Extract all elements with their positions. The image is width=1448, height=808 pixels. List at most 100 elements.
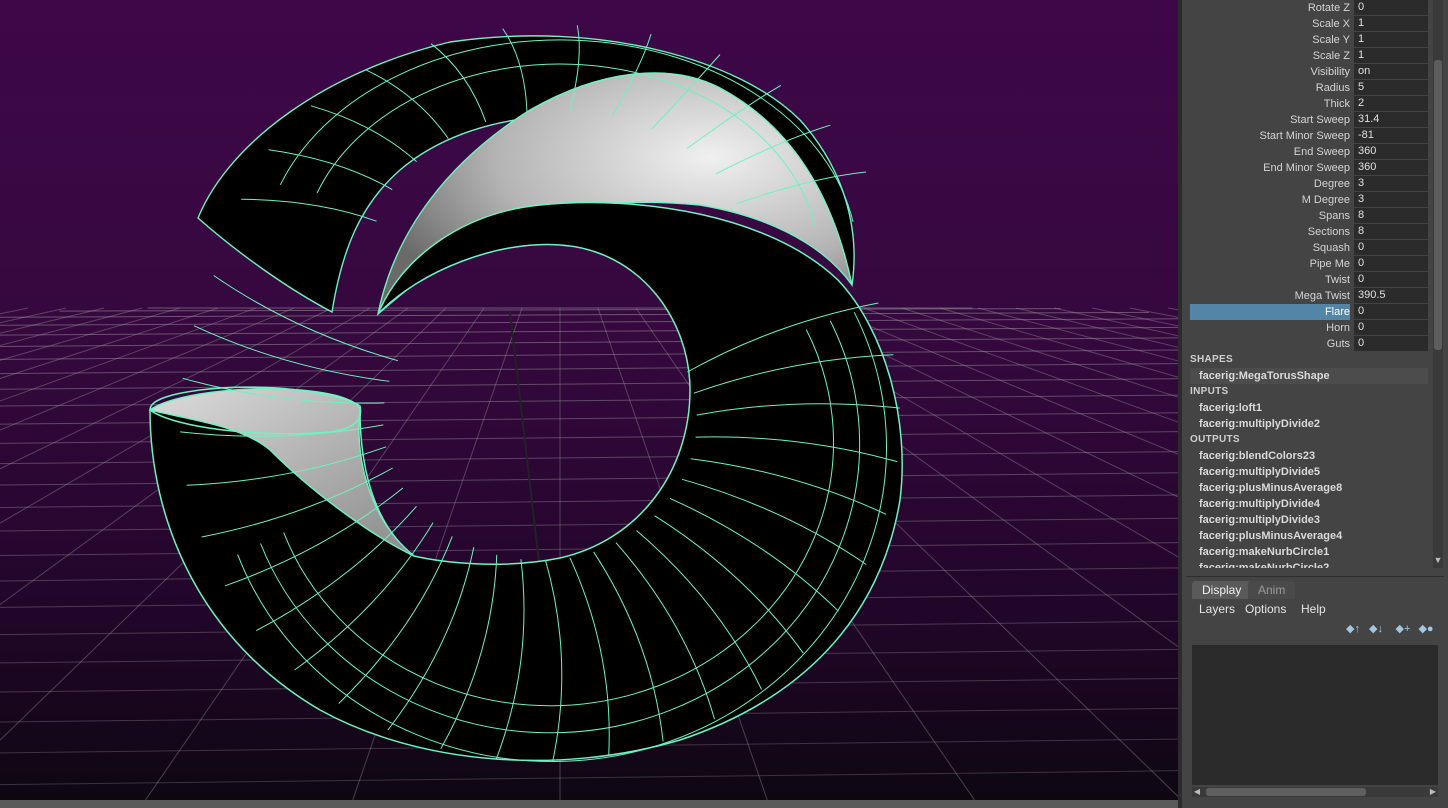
attr-value-field[interactable]: 3 [1354,176,1428,191]
attr-label[interactable]: Squash [1190,240,1350,256]
scroll-right-arrow-icon[interactable]: ▶ [1428,787,1438,797]
attr-label[interactable]: Horn [1190,320,1350,336]
hscroll-thumb[interactable] [1206,788,1366,796]
tab-anim[interactable]: Anim [1248,581,1296,599]
3d-viewport[interactable] [0,0,1178,808]
attr-row[interactable]: Horn 0 [1186,320,1430,336]
attr-value-field[interactable]: 0 [1354,0,1428,15]
attr-row[interactable]: Radius 5 [1186,80,1430,96]
move-layer-up-icon[interactable]: ◆↑ [1344,621,1362,637]
attr-row[interactable]: Scale Y 1 [1186,32,1430,48]
attr-label[interactable]: Thick [1190,96,1350,112]
new-layer-from-selected-icon[interactable]: ◆● [1417,621,1435,637]
attr-value-field[interactable]: 2 [1354,96,1428,111]
attr-row[interactable]: Thick 2 [1186,96,1430,112]
attr-row[interactable]: End Minor Sweep 360 [1186,160,1430,176]
attr-row[interactable]: Squash 0 [1186,240,1430,256]
attr-label[interactable]: End Sweep [1190,144,1350,160]
attr-value-field[interactable]: on [1354,64,1428,79]
output-node-item[interactable]: facerig:plusMinusAverage4 [1199,528,1342,544]
outputs-header: OUTPUTS [1190,434,1240,445]
attr-label[interactable]: Pipe Me [1190,256,1350,272]
output-node-item[interactable]: facerig:multiplyDivide3 [1199,512,1320,528]
new-layer-icon[interactable]: ◆+ [1394,621,1412,637]
attr-row[interactable]: Visibility on [1186,64,1430,80]
output-node-item[interactable]: facerig:blendColors23 [1199,448,1315,464]
attr-row[interactable]: Pipe Me 0 [1186,256,1430,272]
attr-value-field[interactable]: -81 [1354,128,1428,143]
attr-row[interactable]: Degree 3 [1186,176,1430,192]
attr-value-field[interactable]: 5 [1354,80,1428,95]
output-node-item[interactable]: facerig:multiplyDivide4 [1199,496,1320,512]
attr-row[interactable]: Flare 0 [1186,304,1430,320]
attr-value-field[interactable]: 0 [1354,256,1428,271]
attr-label[interactable]: Visibility [1190,64,1350,80]
attr-row[interactable]: Start Minor Sweep -81 [1186,128,1430,144]
attr-label[interactable]: Twist [1190,272,1350,288]
viewport-bottom-edge [0,800,1178,808]
output-node-item[interactable]: facerig:makeNurbCircle2 [1199,560,1329,568]
attr-value-field[interactable]: 31.4 [1354,112,1428,127]
attr-label[interactable]: Flare [1190,304,1350,320]
attr-label[interactable]: Mega Twist [1190,288,1350,304]
output-node-item[interactable]: facerig:multiplyDivide5 [1199,464,1320,480]
tab-display[interactable]: Display [1192,581,1252,599]
attr-value-field[interactable]: 0 [1354,320,1428,335]
attr-value-field[interactable]: 8 [1354,224,1428,239]
layer-editor: Display Anim Layers Options Help ◆↑ ◆↓ ◆… [1186,576,1444,805]
attr-value-field[interactable]: 390.5 [1354,288,1428,303]
attr-row[interactable]: Rotate Z 0 [1186,0,1430,16]
lower-torus-outer-surface [149,201,903,762]
attr-label[interactable]: Spans [1190,208,1350,224]
attr-row[interactable]: M Degree 3 [1186,192,1430,208]
input-node-item[interactable]: facerig:multiplyDivide2 [1199,416,1320,432]
attr-value-field[interactable]: 1 [1354,16,1428,31]
scroll-left-arrow-icon[interactable]: ◀ [1192,787,1202,797]
channel-box-scroll-thumb[interactable] [1434,60,1442,350]
menu-options[interactable]: Options [1245,601,1286,617]
attr-row[interactable]: Spans 8 [1186,208,1430,224]
attr-row[interactable]: End Sweep 360 [1186,144,1430,160]
attr-label[interactable]: Radius [1190,80,1350,96]
input-node-item[interactable]: facerig:loft1 [1199,400,1262,416]
attr-value-field[interactable]: 360 [1354,144,1428,159]
attr-label[interactable]: Guts [1190,336,1350,352]
mega-torus-surface[interactable] [0,0,1178,808]
menu-help[interactable]: Help [1301,601,1326,617]
attr-row[interactable]: Guts 0 [1186,336,1430,352]
attr-row[interactable]: Scale Z 1 [1186,48,1430,64]
layer-list[interactable] [1192,645,1438,785]
attr-label[interactable]: Scale Z [1190,48,1350,64]
layer-list-hscrollbar[interactable]: ◀ ▶ [1192,787,1438,797]
attr-value-field[interactable]: 1 [1354,48,1428,63]
menu-layers[interactable]: Layers [1199,601,1235,617]
scroll-down-arrow-icon[interactable]: ▼ [1432,554,1444,566]
attr-row[interactable]: Sections 8 [1186,224,1430,240]
attr-row[interactable]: Twist 0 [1186,272,1430,288]
attr-label[interactable]: End Minor Sweep [1190,160,1350,176]
output-node-item[interactable]: facerig:makeNurbCircle1 [1199,544,1329,560]
attr-label[interactable]: Scale Y [1190,32,1350,48]
attr-row[interactable]: Mega Twist 390.5 [1186,288,1430,304]
attr-row[interactable]: Scale X 1 [1186,16,1430,32]
attr-label[interactable]: Start Minor Sweep [1190,128,1350,144]
attr-label[interactable]: Rotate Z [1190,0,1350,16]
shape-node-item[interactable]: facerig:MegaTorusShape [1190,368,1428,384]
attr-value-field[interactable]: 8 [1354,208,1428,223]
panel-divider[interactable] [1178,0,1182,808]
move-layer-down-icon[interactable]: ◆↓ [1367,621,1385,637]
attr-label[interactable]: Scale X [1190,16,1350,32]
attr-value-field[interactable]: 1 [1354,32,1428,47]
attr-value-field[interactable]: 0 [1354,272,1428,287]
attr-label[interactable]: Start Sweep [1190,112,1350,128]
attr-label[interactable]: M Degree [1190,192,1350,208]
attr-value-field[interactable]: 0 [1354,240,1428,255]
attr-value-field[interactable]: 3 [1354,192,1428,207]
attr-value-field[interactable]: 0 [1354,336,1428,351]
attr-value-field[interactable]: 0 [1354,304,1428,319]
attr-label[interactable]: Degree [1190,176,1350,192]
attr-value-field[interactable]: 360 [1354,160,1428,175]
output-node-item[interactable]: facerig:plusMinusAverage8 [1199,480,1342,496]
attr-row[interactable]: Start Sweep 31.4 [1186,112,1430,128]
attr-label[interactable]: Sections [1190,224,1350,240]
